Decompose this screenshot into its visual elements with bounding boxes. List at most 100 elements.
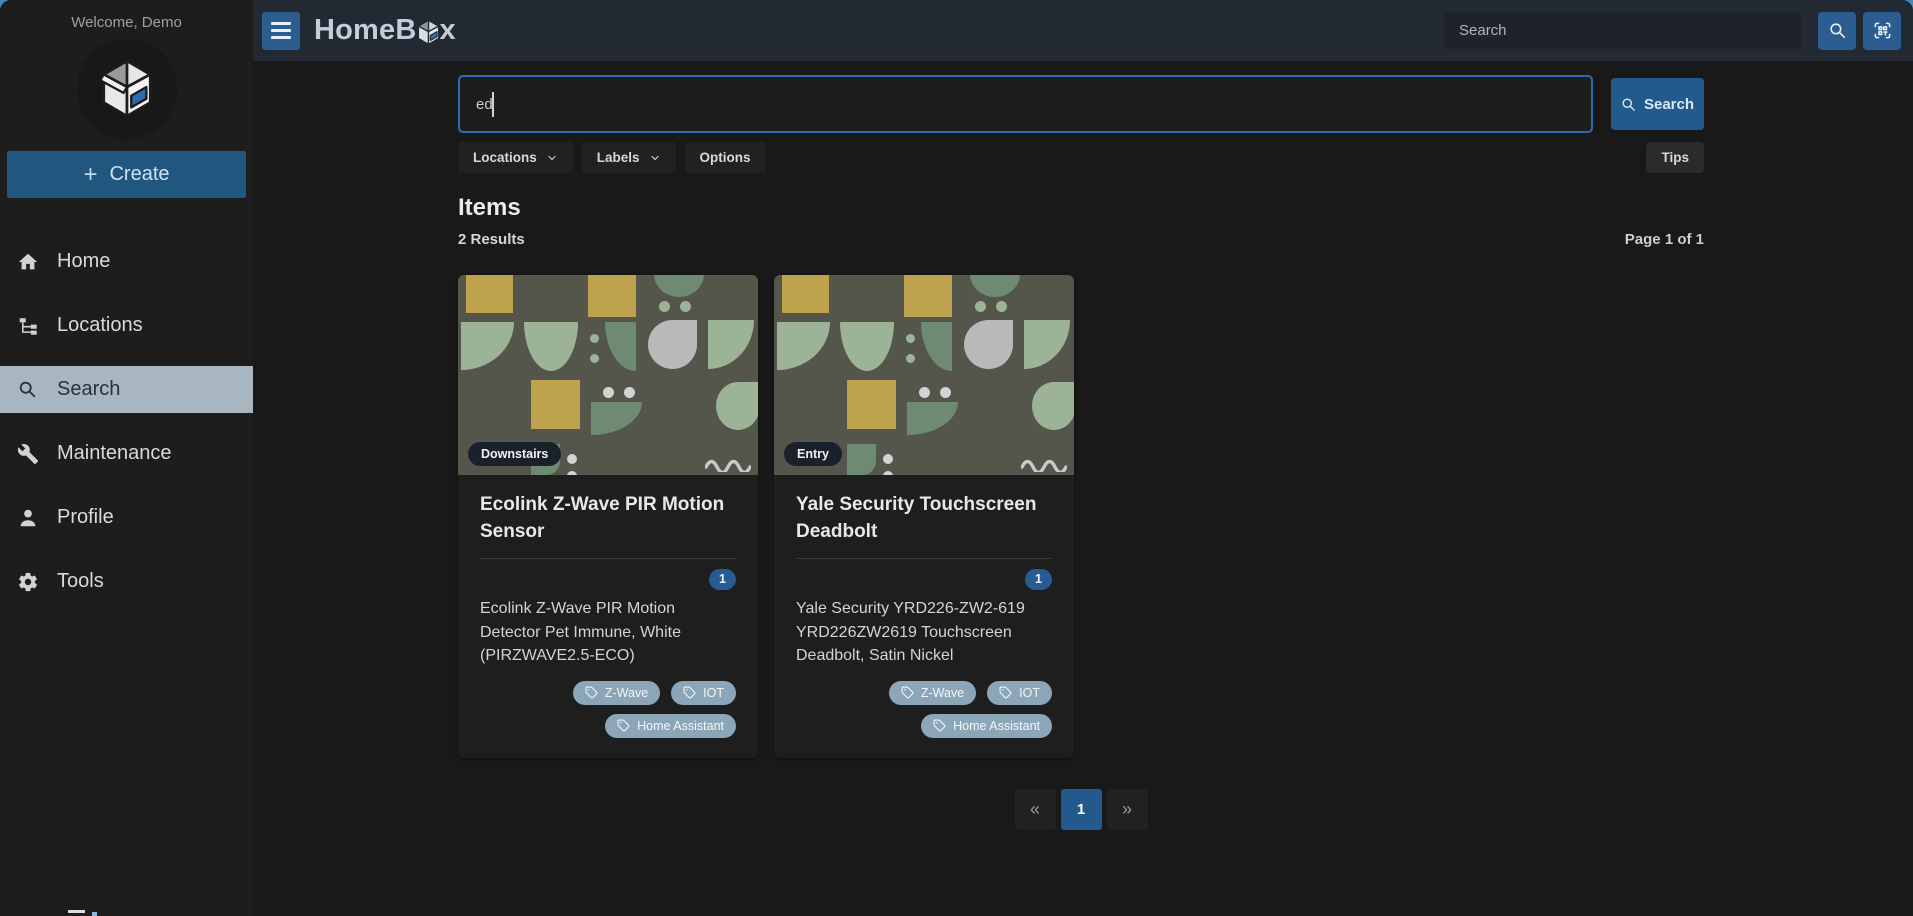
- pagination-next-button[interactable]: »: [1106, 788, 1148, 830]
- person-icon: [16, 506, 40, 530]
- sidebar-item-profile[interactable]: Profile: [0, 494, 253, 541]
- pagination-prev-button[interactable]: «: [1014, 788, 1056, 830]
- search-button-label: Search: [1643, 95, 1695, 113]
- item-card[interactable]: Entry Yale Security Touchscreen Deadbolt…: [774, 275, 1074, 758]
- label-chip[interactable]: Home Assistant: [605, 713, 736, 738]
- locations-filter-dropdown[interactable]: Locations: [458, 142, 573, 173]
- search-icon: [1829, 23, 1845, 39]
- filter-label: Options: [699, 150, 751, 165]
- item-card-image: Entry: [774, 275, 1074, 475]
- divider: [796, 557, 1052, 559]
- tips-button[interactable]: Tips: [1646, 142, 1704, 173]
- text-caret: [492, 92, 494, 117]
- main-content: Search Locations Labels Options Tips Ite…: [253, 61, 1913, 916]
- label-chip[interactable]: IOT: [987, 680, 1052, 705]
- tag-icon: [617, 719, 630, 732]
- brand-box-icon: [417, 19, 439, 45]
- create-button[interactable]: + Create: [7, 151, 246, 198]
- item-labels: Z-Wave IOT Home Assistant: [796, 680, 1052, 738]
- pagination-page-1-button[interactable]: 1: [1060, 788, 1102, 830]
- main-search-input[interactable]: [460, 77, 1591, 131]
- sidebar-nav: Home Locations Search Maintenance Profil…: [0, 238, 253, 622]
- search-submit-button[interactable]: Search: [1611, 78, 1704, 130]
- topbar: HomeB x: [253, 0, 1913, 61]
- divider: [480, 557, 736, 559]
- squiggle-decoration: [1021, 459, 1067, 472]
- tag-icon: [999, 686, 1012, 699]
- sidebar-item-home[interactable]: Home: [0, 238, 253, 285]
- qr-scan-icon: [1874, 22, 1890, 39]
- results-row: 2 Results Page 1 of 1: [458, 231, 1704, 248]
- label-text: Home Assistant: [637, 718, 724, 733]
- page-title: Items: [458, 194, 521, 221]
- label-text: IOT: [703, 685, 724, 700]
- item-title: Yale Security Touchscreen Deadbolt: [796, 494, 1037, 542]
- label-text: IOT: [1019, 685, 1040, 700]
- gear-icon: [16, 570, 40, 594]
- item-card-body: Ecolink Z-Wave PIR Motion Sensor 1 Ecoli…: [458, 475, 758, 758]
- topbar-search-button[interactable]: [1818, 11, 1856, 50]
- home-icon: [16, 250, 40, 274]
- item-card-image: Downstairs: [458, 275, 758, 475]
- tag-icon: [901, 686, 914, 699]
- menu-button[interactable]: [262, 11, 300, 50]
- chevron-down-icon: [650, 155, 659, 160]
- sidebar-item-label: Search: [57, 378, 121, 400]
- squiggle-decoration: [705, 459, 751, 472]
- filter-buttons: Locations Labels Options: [458, 142, 766, 173]
- create-label: Create: [109, 163, 170, 185]
- sidebar-item-locations[interactable]: Locations: [0, 302, 253, 349]
- sidebar-item-label: Profile: [57, 506, 114, 528]
- label-chip[interactable]: Z-Wave: [888, 680, 977, 705]
- sidebar-item-label: Locations: [57, 314, 143, 336]
- sidebar-item-maintenance[interactable]: Maintenance: [0, 430, 253, 477]
- pagination: « 1 »: [458, 788, 1704, 830]
- label-chip[interactable]: Z-Wave: [572, 680, 661, 705]
- search-row: Search: [458, 75, 1704, 133]
- sidebar-item-label: Home: [57, 250, 111, 272]
- results-count: 2 Results: [458, 231, 525, 248]
- welcome-text: Welcome, Demo: [71, 14, 182, 31]
- search-icon: [16, 378, 40, 402]
- sidebar-item-label: Tools: [57, 570, 104, 592]
- location-badge[interactable]: Entry: [784, 441, 842, 466]
- page-indicator: Page 1 of 1: [1624, 231, 1704, 248]
- quantity-badge: 1: [709, 568, 736, 590]
- badge-row: 1: [480, 568, 736, 590]
- brand-text-suffix: x: [439, 14, 456, 46]
- label-chip[interactable]: Home Assistant: [921, 713, 1052, 738]
- hamburger-icon: [271, 22, 291, 25]
- qr-scan-button[interactable]: [1863, 11, 1901, 50]
- chevron-down-icon: [548, 155, 556, 160]
- sidebar-item-search[interactable]: Search: [0, 366, 253, 413]
- wrench-icon: [16, 442, 40, 466]
- item-cards: Downstairs Ecolink Z-Wave PIR Motion Sen…: [458, 275, 1704, 758]
- item-card[interactable]: Downstairs Ecolink Z-Wave PIR Motion Sen…: [458, 275, 758, 758]
- main-search-field: [458, 75, 1593, 133]
- quantity-badge: 1: [1025, 568, 1052, 590]
- item-card-body: Yale Security Touchscreen Deadbolt 1 Yal…: [774, 475, 1074, 758]
- item-description: Yale Security YRD226-ZW2-619 YRD226ZW261…: [796, 599, 1025, 665]
- item-title: Ecolink Z-Wave PIR Motion Sensor: [480, 494, 725, 542]
- label-chip[interactable]: IOT: [671, 680, 736, 705]
- badge-row: 1: [796, 568, 1052, 590]
- sidebar-item-tools[interactable]: Tools: [0, 558, 253, 605]
- topbar-search-input[interactable]: [1444, 12, 1801, 49]
- tag-icon: [933, 719, 946, 732]
- brand-text-prefix: HomeB: [314, 14, 417, 46]
- options-filter-button[interactable]: Options: [684, 142, 766, 173]
- label-text: Z-Wave: [920, 685, 965, 700]
- filter-label: Locations: [473, 150, 537, 165]
- clipped-footer-text: [68, 910, 112, 916]
- plus-icon: +: [83, 160, 98, 188]
- search-icon: [1622, 98, 1635, 111]
- labels-filter-dropdown[interactable]: Labels: [581, 142, 676, 173]
- tag-icon: [683, 686, 696, 699]
- brand: HomeB x: [314, 14, 456, 47]
- app-window: Welcome, Demo + Create Home Locations Se…: [0, 0, 1913, 916]
- label-text: Z-Wave: [604, 685, 649, 700]
- tag-icon: [585, 686, 598, 699]
- tree-icon: [16, 314, 40, 338]
- item-labels: Z-Wave IOT Home Assistant: [480, 680, 736, 738]
- location-badge[interactable]: Downstairs: [468, 441, 562, 466]
